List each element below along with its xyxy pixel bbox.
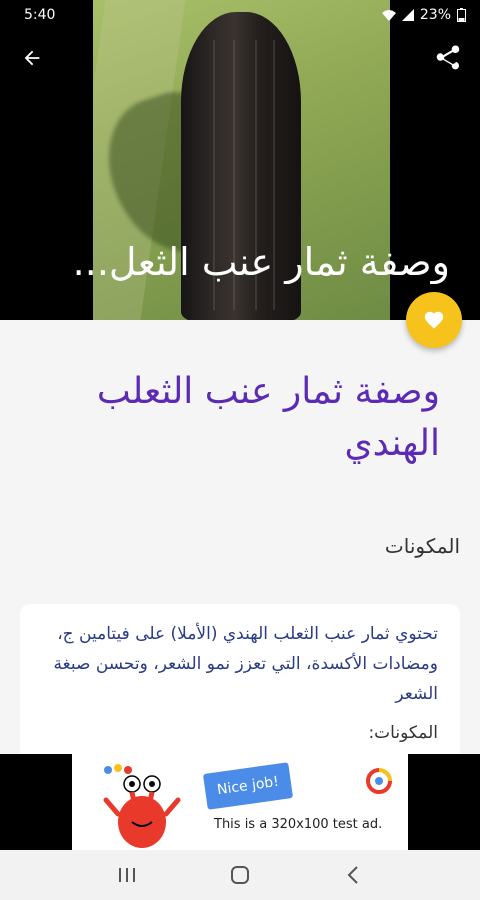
header-image-area: 5:40 23% وصفة ثمار عنب الثعل...	[0, 0, 480, 320]
hero-title: وصفة ثمار عنب الثعل...	[72, 240, 450, 284]
ingredients-heading: المكونات:	[368, 723, 438, 744]
system-nav-bar	[0, 850, 480, 900]
nav-back-button[interactable]	[333, 855, 373, 895]
heart-icon	[424, 311, 444, 329]
nav-recents-button[interactable]	[107, 855, 147, 895]
ad-content[interactable]: Nice job! This is a 320x100 test ad.	[72, 754, 408, 850]
ad-bubble: Nice job!	[202, 762, 294, 810]
battery-level: 23%	[419, 7, 451, 23]
arrow-left-icon	[24, 50, 40, 66]
back-button[interactable]	[12, 38, 52, 78]
home-icon	[230, 866, 249, 884]
back-chevron-icon	[347, 866, 359, 884]
ad-logo-icon	[366, 768, 392, 794]
recents-icon	[118, 868, 135, 882]
article-title: وصفة ثمار عنب الثعلب الهندي	[96, 371, 440, 465]
wifi-icon	[381, 9, 396, 21]
section-label: المكونات	[384, 534, 460, 558]
favorite-button[interactable]	[406, 292, 462, 348]
signal-icon	[401, 9, 414, 21]
battery-icon	[457, 8, 466, 22]
ad-banner[interactable]: Nice job! This is a 320x100 test ad.	[0, 754, 480, 850]
nav-home-button[interactable]	[220, 855, 260, 895]
body-text: تحتوي ثمار عنب الثعلب الهندي (الأملا) عل…	[53, 624, 438, 704]
monster-mascot-icon	[103, 764, 181, 848]
status-bar: 5:40 23%	[0, 0, 480, 30]
share-icon	[436, 45, 460, 70]
content-card: تحتوي ثمار عنب الثعلب الهندي (الأملا) عل…	[20, 604, 460, 774]
status-time: 5:40	[24, 7, 56, 23]
share-button[interactable]	[428, 38, 468, 78]
ad-caption: This is a 320x100 test ad.	[214, 817, 383, 832]
